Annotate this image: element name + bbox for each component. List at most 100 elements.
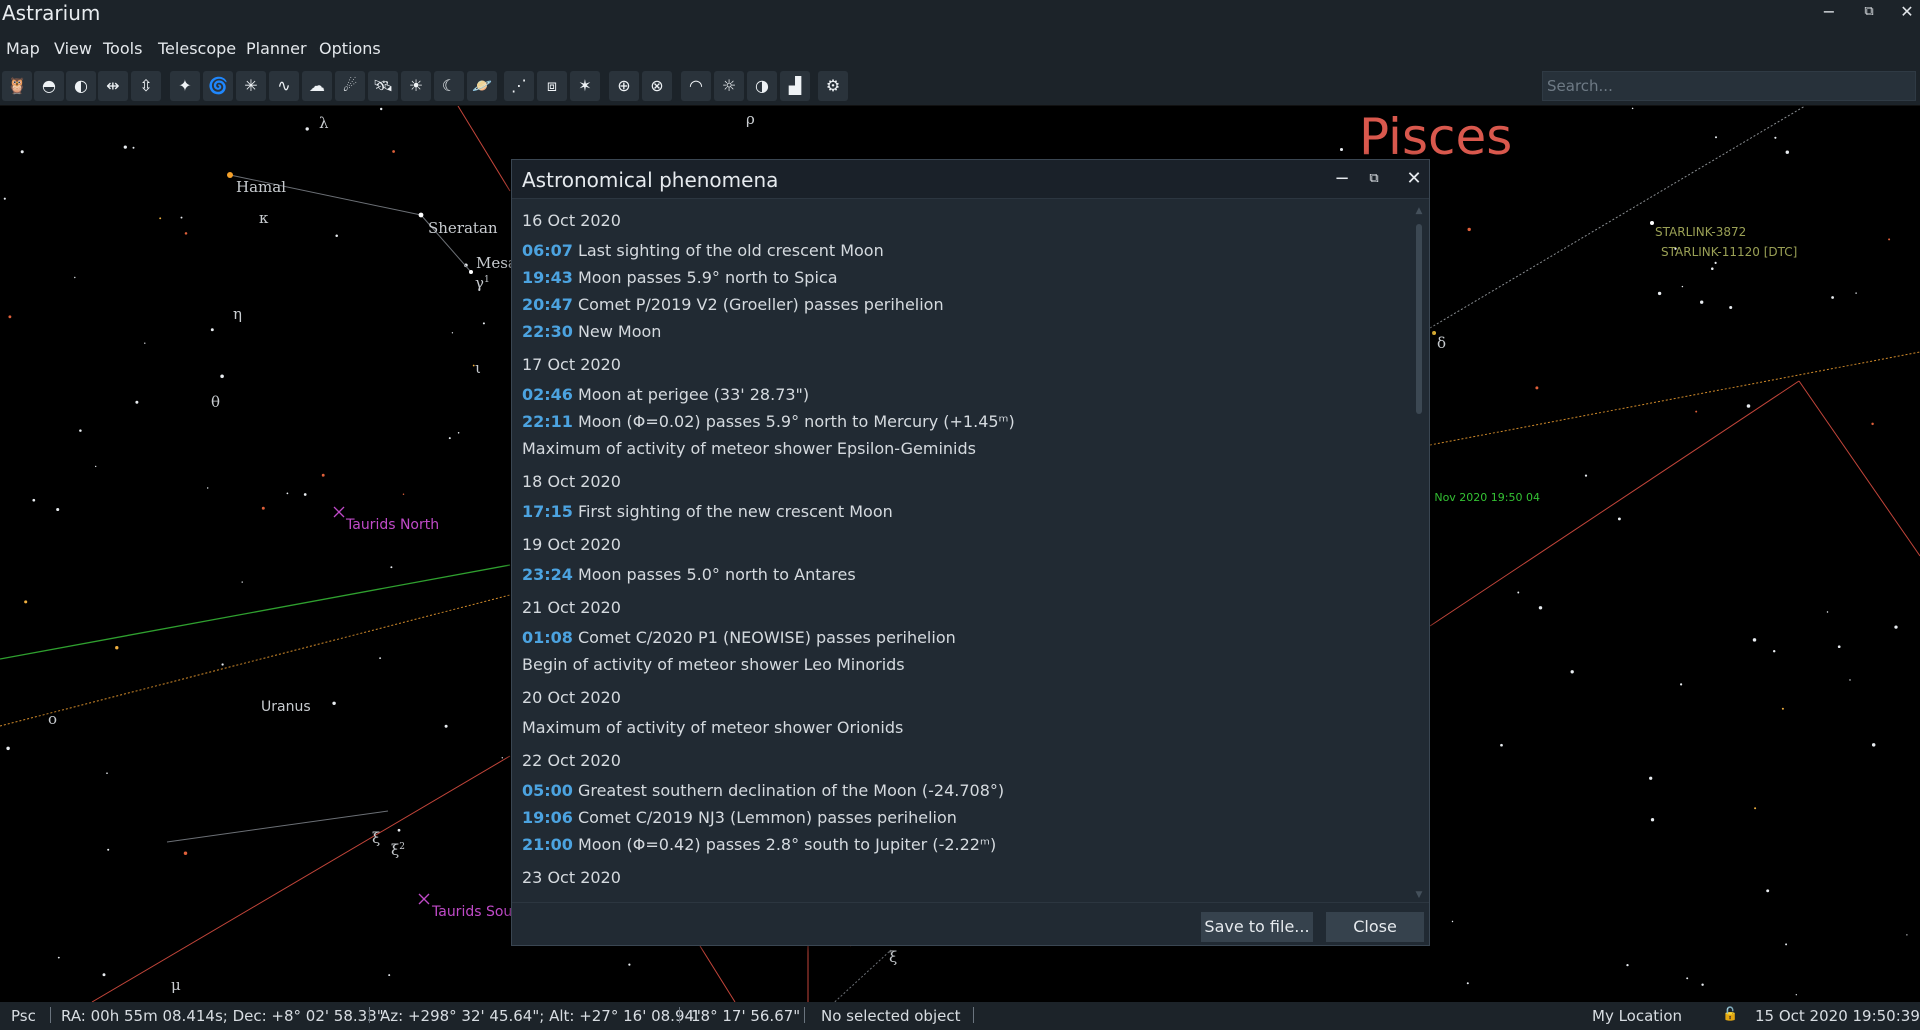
meteor-radiant-north [333,506,345,518]
galaxy-icon[interactable]: 🌀 [203,71,233,101]
vertical-scrollbar[interactable]: ▲ ▼ [1412,206,1426,900]
background-star [135,400,139,404]
milky-way-icon[interactable]: ∿ [269,71,299,101]
menu-map[interactable]: Map [6,39,40,58]
lock-icon[interactable]: 🔓 [1722,1007,1738,1022]
constellation-line [166,810,389,843]
sun-icon[interactable]: ☀ [401,71,431,101]
horizontal-grid-icon[interactable]: ⊗ [642,71,672,101]
phenomena-list[interactable]: 16 Oct 2020 06:07 Last sighting of the old… [512,200,1412,902]
event-row[interactable]: 02:46 Moon at perigee (33' 28.73") [522,381,1402,408]
background-star [220,374,224,379]
planet-icon[interactable]: 🪐 [467,71,497,101]
settings-gear-icon[interactable]: ⚙ [818,71,848,101]
background-star [1466,982,1469,985]
satellite-label[interactable]: STARLINK-11120 [DTC] [1661,245,1797,259]
event-row[interactable]: Begin of activity of meteor shower Leo M… [522,651,1402,678]
close-icon[interactable]: ✕ [1887,0,1920,26]
status-divider [973,1007,974,1023]
toolbar: 🦉 ◓ ◐ ⇹ ⇳ ✦ 🌀 ✳ ∿ ☁ ☄ 🛰 ☀ ☾ 🪐 ⋰ ⧈ ✶ ⊕ ⊗ ◠ ☼ ◑ ▟ ⚙ Search... [0,66,1920,106]
menu-telescope[interactable]: Telescope [158,39,236,58]
minimize-icon[interactable]: − [1809,0,1849,26]
background-star [321,473,325,477]
sunrise-icon[interactable]: ☼ [714,71,744,101]
constellation-borders-icon[interactable]: ⧈ [537,71,567,101]
planet-label-uranus[interactable]: Uranus [261,699,311,715]
lunar-phase-icon[interactable]: ◑ [747,71,777,101]
scrollbar-thumb[interactable] [1416,224,1422,414]
status-location[interactable]: My Location [1592,1007,1682,1025]
meteor-shower-label[interactable]: Taurids Sou [432,904,512,920]
status-divider [50,1007,51,1023]
event-row[interactable]: 01:08 Comet C/2020 P1 (NEOWISE) passes pe… [522,624,1402,651]
ground-icon[interactable]: ◓ [34,71,64,101]
status-divider [369,1007,370,1023]
event-row[interactable]: 06:07 Last sighting of the old crescent M… [522,237,1402,264]
scroll-down-icon[interactable]: ▼ [1414,890,1424,900]
background-star [1894,625,1898,629]
background-star [56,507,60,512]
background-star [1686,977,1689,980]
background-star [1766,889,1770,893]
dialog-minimize-icon[interactable]: − [1329,167,1355,191]
dialog-restore-icon[interactable]: ⧉ [1361,167,1387,191]
star-cluster-icon[interactable]: ✳ [236,71,266,101]
event-row[interactable]: 05:00 Greatest southern declination of th… [522,777,1402,804]
nebula-icon[interactable]: ☁ [302,71,332,101]
event-row[interactable]: 17:15 First sighting of the new crescent … [522,498,1402,525]
menu-view[interactable]: View [54,39,92,58]
day-group: 21 Oct 2020 01:08 Comet C/2020 P1 (NEOWISE… [522,597,1402,678]
constellation-lines-icon[interactable]: ⋰ [504,71,534,101]
event-row[interactable]: 19:43 Moon passes 5.9° north to Spica [522,264,1402,291]
event-row[interactable]: 22:30 New Moon [522,318,1402,345]
title-bar: Astrarium − ⧉ ✕ [0,0,1920,30]
atmosphere-icon[interactable]: ◠ [681,71,711,101]
background-star [1617,517,1621,521]
restore-icon[interactable]: ⧉ [1849,0,1889,26]
background-star [1831,296,1834,299]
status-selected-object: No selected object [821,1007,961,1025]
event-text: Moon passes 5.0° north to Antares [577,565,856,584]
save-to-file-button[interactable]: Save to file... [1201,912,1313,942]
background-star [1849,679,1851,681]
event-time: 23:24 [522,565,573,584]
event-row[interactable]: Maximum of activity of meteor shower Eps… [522,435,1402,462]
menu-planner[interactable]: Planner [246,39,307,58]
mirror-horizontal-icon[interactable]: ⇹ [98,71,128,101]
meteor-shower-label[interactable]: Taurids North [346,517,439,533]
scroll-up-icon[interactable]: ▲ [1414,206,1424,216]
menu-options[interactable]: Options [319,39,381,58]
background-star [332,701,336,706]
event-row[interactable]: 23:24 Moon passes 5.0° north to Antares [522,561,1402,588]
background-star [1795,994,1797,996]
constellation-labels-icon[interactable]: ✶ [570,71,600,101]
moon-icon[interactable]: ☾ [434,71,464,101]
mirror-vertical-icon[interactable]: ⇳ [131,71,161,101]
event-row[interactable]: 22:11 Moon (Φ=0.02) passes 5.9° north to … [522,408,1402,435]
event-row[interactable]: 19:06 Comet C/2019 NJ3 (Lemmon) passes pe… [522,804,1402,831]
background-star [1631,107,1634,110]
close-button[interactable]: Close [1326,912,1424,942]
stars-icon[interactable]: ✦ [170,71,200,101]
owl-icon[interactable]: 🦉 [2,71,32,101]
background-star [1679,683,1683,686]
satellite-label[interactable]: STARLINK-3872 [1655,225,1746,239]
menu-tools[interactable]: Tools [103,39,142,58]
dialog-close-icon[interactable]: ✕ [1401,167,1427,191]
landscape-icon[interactable]: ▟ [780,71,810,101]
event-row[interactable]: 20:47 Comet P/2019 V2 (Groeller) passes p… [522,291,1402,318]
meteor-radiant-south [418,893,430,905]
event-row[interactable]: 21:00 Moon (Φ=0.42) passes 2.8° south to … [522,831,1402,858]
event-text: Begin of activity of meteor shower Leo M… [522,655,905,674]
background-star [123,145,127,149]
event-row[interactable]: Maximum of activity of meteor shower Ori… [522,714,1402,741]
search-input[interactable]: Search... [1542,71,1916,101]
comet-icon[interactable]: ☄ [335,71,365,101]
satellite-icon[interactable]: 🛰 [368,71,398,101]
constellation-boundary [457,106,511,192]
background-star [457,432,460,434]
status-datetime[interactable]: 15 Oct 2020 19:50:39 [1755,1007,1920,1025]
day-group: 23 Oct 2020 [522,867,1402,889]
equatorial-grid-icon[interactable]: ⊕ [609,71,639,101]
horizon-icon[interactable]: ◐ [66,71,96,101]
